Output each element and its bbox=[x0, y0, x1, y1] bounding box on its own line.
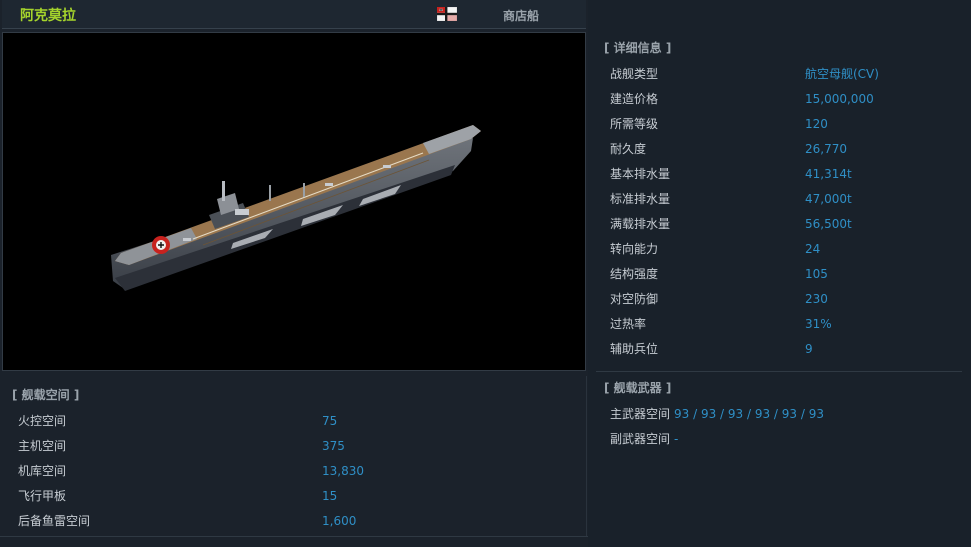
row-value: 31% bbox=[805, 317, 832, 331]
bottom-divider bbox=[0, 536, 588, 537]
row-value: 105 bbox=[805, 267, 828, 281]
detail-row-overheat: 过热率 31% bbox=[610, 314, 965, 334]
detail-row-base-displacement: 基本排水量 41,314t bbox=[610, 164, 965, 184]
row-label: 过热率 bbox=[610, 317, 647, 331]
ship-space-row-engine: 主机空间 375 bbox=[18, 436, 578, 456]
row-value: - bbox=[674, 432, 679, 446]
row-value: 375 bbox=[322, 439, 345, 453]
row-label: 基本排水量 bbox=[610, 167, 671, 181]
row-label: 辅助兵位 bbox=[610, 342, 659, 356]
detail-row-turning: 转向能力 24 bbox=[610, 239, 965, 259]
row-label: 转向能力 bbox=[610, 242, 659, 256]
row-label: 副武器空间 bbox=[610, 432, 671, 446]
german-naval-ensign-icon bbox=[437, 7, 457, 21]
ship-model-viewport[interactable] bbox=[2, 32, 586, 371]
ship-weapons-title: [ 舰载武器 ] bbox=[604, 381, 672, 395]
detail-divider bbox=[596, 371, 962, 372]
row-label: 主武器空间 bbox=[610, 407, 671, 421]
row-value: 56,500t bbox=[805, 217, 852, 231]
detail-row-build-price: 建造价格 15,000,000 bbox=[610, 89, 965, 109]
section-divider bbox=[586, 376, 587, 536]
row-label: 所需等级 bbox=[610, 117, 659, 131]
detail-row-structure: 结构强度 105 bbox=[610, 264, 965, 284]
title-bar: 阿克莫拉 商店船 bbox=[2, 0, 586, 29]
ship-name: 阿克莫拉 bbox=[20, 8, 76, 24]
weapons-row-main: 主武器空间 93 / 93 / 93 / 93 / 93 / 93 bbox=[610, 404, 824, 424]
row-value: 9 bbox=[805, 342, 813, 356]
row-label: 机库空间 bbox=[18, 464, 67, 478]
row-value: 15,000,000 bbox=[805, 92, 874, 106]
right-column: [ 详细信息 ] 战舰类型 航空母舰(CV) 建造价格 15,000,000 所… bbox=[588, 0, 971, 547]
ship-space-row-hangar: 机库空间 13,830 bbox=[18, 461, 578, 481]
row-value: 47,000t bbox=[805, 192, 852, 206]
row-value: 120 bbox=[805, 117, 828, 131]
row-label: 建造价格 bbox=[610, 92, 659, 106]
detail-row-durability: 耐久度 26,770 bbox=[610, 139, 965, 159]
aircraft-carrier-model bbox=[111, 125, 481, 291]
row-label: 主机空间 bbox=[18, 439, 67, 453]
detail-row-anti-air: 对空防御 230 bbox=[610, 289, 965, 309]
left-column: 阿克莫拉 商店船 [舰载空间] 火控空间 75 主机空间 375 机库空间 … bbox=[0, 0, 588, 547]
detail-row-ship-type: 战舰类型 航空母舰(CV) bbox=[610, 64, 965, 84]
row-label: 对空防御 bbox=[610, 292, 659, 306]
row-value: 13,830 bbox=[322, 464, 364, 478]
ship-space-title: [ 舰载空间 ] bbox=[12, 388, 80, 402]
detail-row-auxiliary-slots: 辅助兵位 9 bbox=[610, 339, 965, 359]
weapons-row-secondary: 副武器空间 - bbox=[610, 429, 678, 449]
detail-row-full-displacement: 满载排水量 56,500t bbox=[610, 214, 965, 234]
row-value: 230 bbox=[805, 292, 828, 306]
row-value: 1,600 bbox=[322, 514, 357, 528]
row-value: 航空母舰(CV) bbox=[805, 67, 879, 81]
ship-space-row-flight-deck: 飞行甲板 15 bbox=[18, 486, 578, 506]
row-value: 93 / 93 / 93 / 93 / 93 / 93 bbox=[674, 407, 824, 421]
row-value: 26,770 bbox=[805, 142, 847, 156]
detail-row-required-level: 所需等级 120 bbox=[610, 114, 965, 134]
shop-ship-label: 商店船 bbox=[503, 9, 540, 23]
ship-space-row-fire-control: 火控空间 75 bbox=[18, 411, 578, 431]
row-value: 41,314t bbox=[805, 167, 852, 181]
row-label: 后备鱼雷空间 bbox=[18, 514, 91, 528]
row-value: 75 bbox=[322, 414, 338, 428]
row-label: 满载排水量 bbox=[610, 217, 671, 231]
row-label: 耐久度 bbox=[610, 142, 647, 156]
detail-info-title: [ 详细信息 ] bbox=[604, 41, 672, 55]
row-label: 战舰类型 bbox=[610, 67, 659, 81]
row-label: 标准排水量 bbox=[610, 192, 671, 206]
row-label: 飞行甲板 bbox=[18, 489, 67, 503]
row-value: 24 bbox=[805, 242, 821, 256]
row-value: 15 bbox=[322, 489, 338, 503]
row-label: 火控空间 bbox=[18, 414, 67, 428]
detail-row-standard-displacement: 标准排水量 47,000t bbox=[610, 189, 965, 209]
ship-space-row-reserve-torpedo: 后备鱼雷空间 1,600 bbox=[18, 511, 578, 531]
row-label: 结构强度 bbox=[610, 267, 659, 281]
